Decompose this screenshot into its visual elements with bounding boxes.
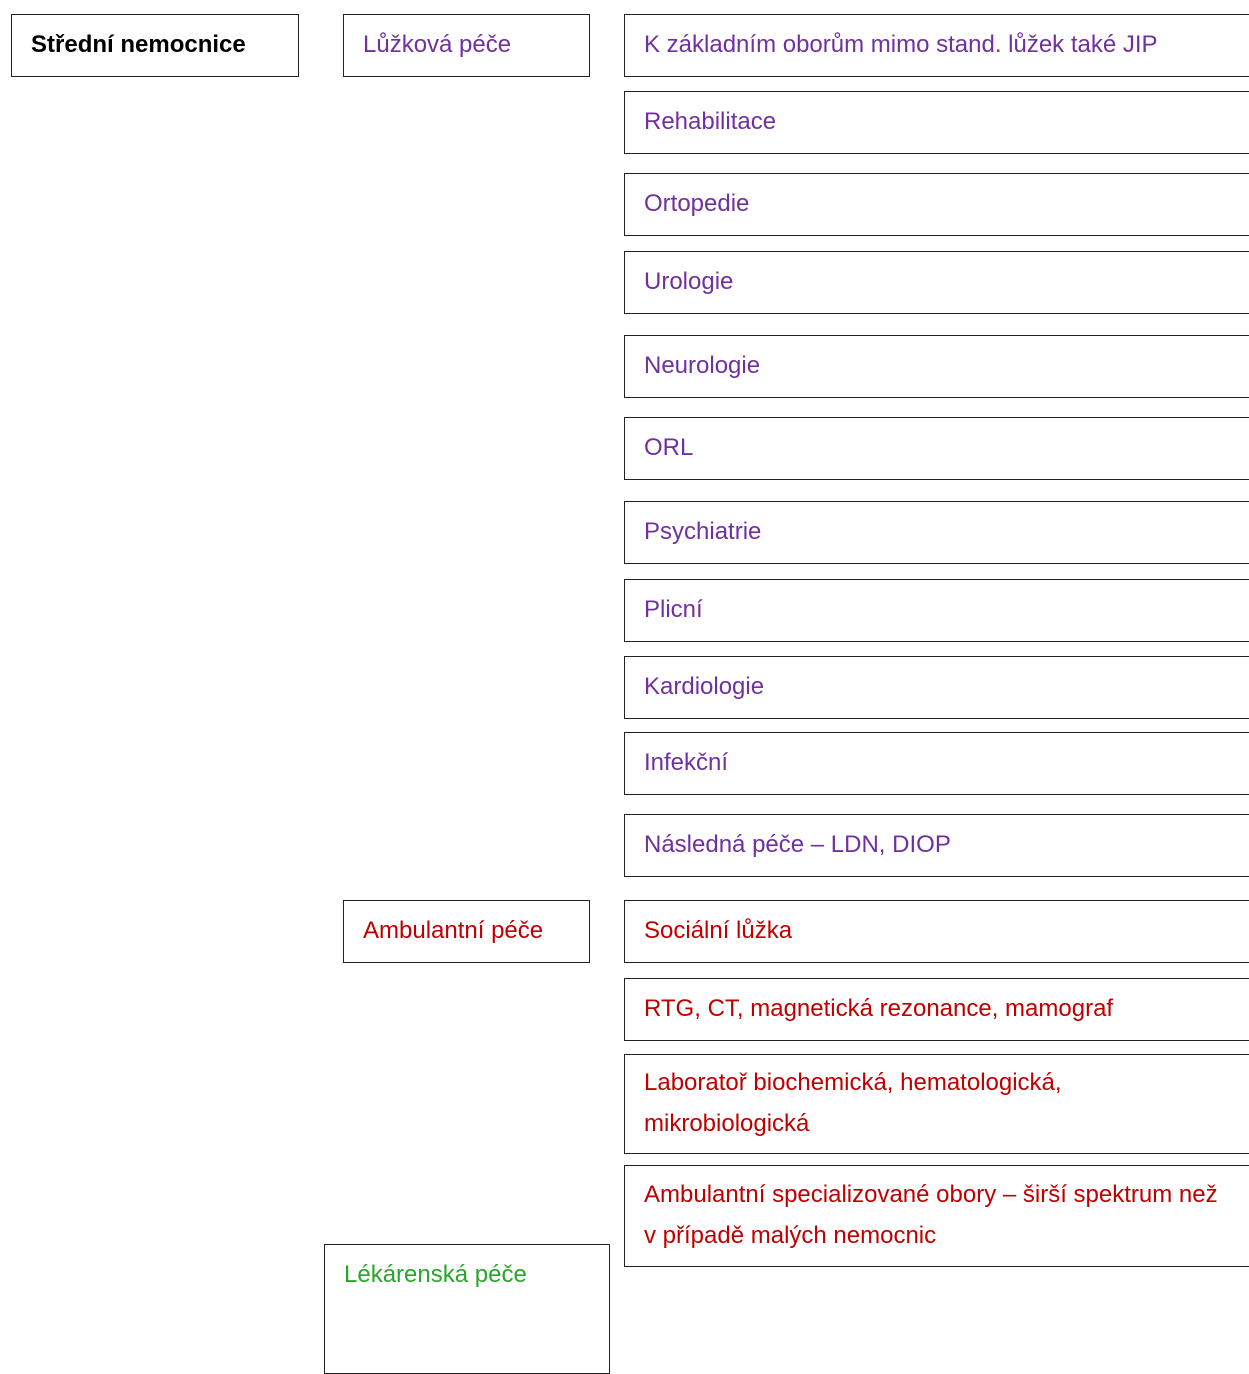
- root-node-label: Střední nemocnice: [31, 31, 246, 59]
- item-label: Ambulantní specializované obory – širší …: [644, 1181, 1218, 1249]
- item-node-ambulantni-obory: Ambulantní specializované obory – širší …: [624, 1165, 1249, 1267]
- item-label: Laboratoř biochemická, hematologická, mi…: [644, 1069, 1062, 1137]
- item-node-kardiologie: Kardiologie: [624, 656, 1249, 719]
- item-node-rehabilitace: Rehabilitace: [624, 91, 1249, 154]
- item-node-nasledna-pece: Následná péče – LDN, DIOP: [624, 814, 1249, 877]
- item-label: Ortopedie: [644, 190, 750, 218]
- item-node-orl: ORL: [624, 417, 1249, 480]
- item-node-rtg-ct: RTG, CT, magnetická rezonance, mamograf: [624, 978, 1249, 1041]
- item-node-infekcni: Infekční: [624, 732, 1249, 795]
- item-node-urologie: Urologie: [624, 251, 1249, 314]
- category-node-luzkova-pece: Lůžková péče: [343, 14, 590, 77]
- root-node-stredni-nemocnice: Střední nemocnice: [11, 14, 299, 77]
- category-node-lekarenska-pece: Lékárenská péče: [324, 1244, 610, 1374]
- item-node-psychiatrie: Psychiatrie: [624, 501, 1249, 564]
- item-label: K základním oborům mimo stand. lůžek tak…: [644, 31, 1158, 59]
- item-label: Psychiatrie: [644, 518, 762, 546]
- category-node-ambulantni-pece: Ambulantní péče: [343, 900, 590, 963]
- item-node-laborator: Laboratoř biochemická, hematologická, mi…: [624, 1054, 1249, 1154]
- item-label: Následná péče – LDN, DIOP: [644, 831, 951, 859]
- item-label: Infekční: [644, 749, 729, 777]
- category-label-luzkova-pece: Lůžková péče: [363, 31, 512, 59]
- category-label-lekarenska-pece: Lékárenská péče: [344, 1261, 527, 1288]
- item-node-socialni-luzka: Sociální lůžka: [624, 900, 1249, 963]
- item-label: Sociální lůžka: [644, 917, 793, 945]
- item-node-jip: K základním oborům mimo stand. lůžek tak…: [624, 14, 1249, 77]
- item-label: Kardiologie: [644, 673, 765, 701]
- item-label: Rehabilitace: [644, 108, 777, 136]
- item-label: Plicní: [644, 596, 703, 624]
- item-node-neurologie: Neurologie: [624, 335, 1249, 398]
- item-node-plicni: Plicní: [624, 579, 1249, 642]
- item-label: Neurologie: [644, 352, 761, 380]
- item-label: Urologie: [644, 268, 734, 296]
- item-node-ortopedie: Ortopedie: [624, 173, 1249, 236]
- item-label: ORL: [644, 434, 694, 462]
- category-label-ambulantni-pece: Ambulantní péče: [363, 917, 544, 945]
- item-label: RTG, CT, magnetická rezonance, mamograf: [644, 995, 1114, 1023]
